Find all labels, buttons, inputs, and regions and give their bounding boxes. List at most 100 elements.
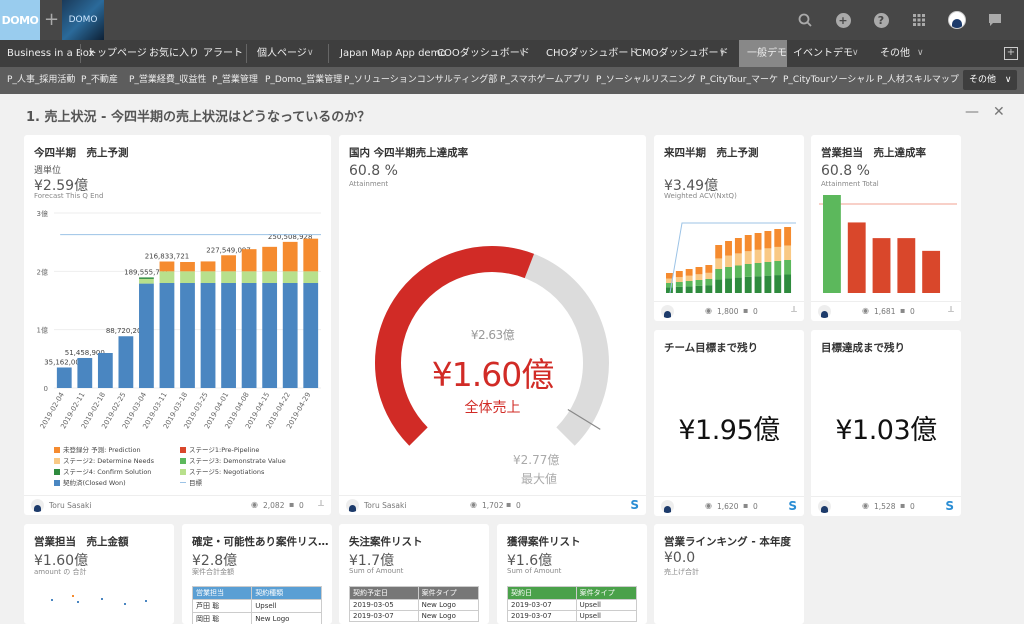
subnav-item[interactable]: P_CityTour_マーケ: [700, 67, 778, 94]
chat-icon[interactable]: [976, 0, 1014, 40]
subnav-item[interactable]: P_ソリューションコンサルティング部: [344, 67, 497, 94]
nav-item-coo-dashboard[interactable]: COOダッシュボード: [437, 40, 530, 67]
nav-item-japan-map[interactable]: Japan Map App demo: [340, 40, 446, 67]
nav-item-business-in-a-box[interactable]: Business in a Box: [7, 40, 94, 67]
bar-segment: [705, 279, 712, 285]
bar-segment: [201, 271, 216, 283]
add-page-icon[interactable]: +: [1004, 47, 1018, 60]
bar-segment: [755, 263, 762, 276]
nav-item-alerts[interactable]: アラート: [203, 40, 243, 67]
comment-count: 0: [753, 502, 758, 511]
bar-segment: [696, 280, 703, 286]
apps-grid-icon[interactable]: [900, 0, 938, 40]
nav-divider: [80, 44, 81, 63]
owner-name: Toru Sasaki: [364, 501, 406, 510]
chevron-down-icon[interactable]: ∨: [307, 40, 314, 67]
page-title: 1. 売上状況 - 今四半期の売上状況はどうなっているのか？: [26, 106, 370, 125]
card-footer: ◉ 1,620 ▪ 0 S: [654, 496, 804, 516]
bar: [848, 222, 866, 293]
comment-icon[interactable]: ▪: [900, 501, 905, 510]
drill-icon[interactable]: ⟂: [318, 499, 324, 509]
minimize-button[interactable]: —: [965, 104, 979, 120]
card-big-value: ¥1.95億: [654, 408, 804, 447]
nav-divider: [328, 44, 329, 63]
drill-icon[interactable]: ⟂: [791, 305, 797, 315]
subnav-item[interactable]: P_不動産: [81, 67, 118, 94]
drill-icon[interactable]: ⟂: [948, 305, 954, 315]
card-target-remaining[interactable]: 目標達成まで残り ¥1.03億 ◉ 1,528 ▪ 0 S: [811, 330, 961, 516]
nav-item-other[interactable]: その他: [880, 40, 910, 67]
profile-avatar[interactable]: [938, 0, 976, 40]
chevron-down-icon[interactable]: ∨: [852, 40, 859, 67]
card-team-remaining[interactable]: チーム目標まで残り ¥1.95億 ◉ 1,620 ▪ 0 S: [654, 330, 804, 516]
comment-icon[interactable]: ▪: [743, 501, 748, 510]
owner-name: Toru Sasaki: [49, 501, 91, 510]
forecast-chart[interactable]: 01億2億3億35,162,0002019-02-0451,458,900201…: [24, 203, 331, 443]
bar-segment: [735, 253, 742, 265]
nav-item-general-demo[interactable]: 一般デモ: [747, 40, 787, 67]
comment-icon[interactable]: ▪: [506, 500, 511, 509]
help-icon[interactable]: ?: [862, 0, 900, 40]
table-row[interactable]: 2019-03-07Upsell: [508, 600, 637, 611]
bar-segment: [705, 273, 712, 279]
comment-icon[interactable]: ▪: [289, 500, 294, 509]
table-row[interactable]: 岡田 聡New Logo: [193, 613, 322, 624]
comment-icon[interactable]: ▪: [743, 306, 748, 315]
bar-segment: [735, 278, 742, 293]
card-caption: Weighted ACV(NxtQ): [664, 192, 737, 200]
gauge-chart[interactable]: [339, 195, 646, 495]
nav-item-event-demo[interactable]: イベントデモ: [793, 40, 853, 67]
subnav-item[interactable]: P_CityTourソーシャル: [783, 67, 874, 94]
card-gauge[interactable]: 国内 今四半期売上達成率 60.8 % Attainment ¥2.63億 ¥1…: [339, 135, 646, 515]
add-icon[interactable]: +: [824, 0, 862, 40]
card-rep-attainment[interactable]: 営業担当 売上達成率 60.8 % Attainment Total ◉ 1,6…: [811, 135, 961, 321]
card-deals[interactable]: 確定・可能性あり案件リス… ¥2.8億 案件合計金額 営業担当契約種類 芦田 聡…: [182, 524, 332, 624]
bar-segment: [98, 353, 113, 388]
nav-item-cho-dashboard[interactable]: CHOダッシュボード: [546, 40, 638, 67]
next-quarter-chart[interactable]: [654, 215, 804, 300]
nav-item-top-page[interactable]: トップページ: [87, 40, 147, 67]
owner-avatar: [661, 500, 674, 513]
nav-item-favorites[interactable]: お気に入り: [149, 40, 199, 67]
chevron-down-icon[interactable]: ∨: [719, 40, 726, 67]
bar-segment: [725, 241, 732, 256]
bar-segment: [784, 275, 791, 293]
table-row[interactable]: 芦田 聡Upsell: [193, 600, 322, 613]
domo-logo[interactable]: DOMO: [0, 0, 40, 40]
card-next-quarter[interactable]: 来四半期 売上予測 ¥3.49億 Weighted ACV(NxtQ) ◉ 1,…: [654, 135, 804, 321]
comment-icon[interactable]: ▪: [900, 306, 905, 315]
card-won-deals[interactable]: 獲得案件リスト ¥1.6億 Sum of Amount 契約日案件タイプ 201…: [497, 524, 647, 624]
close-button[interactable]: ✕: [993, 104, 1005, 120]
search-icon[interactable]: [786, 0, 824, 40]
table-row[interactable]: 2019-03-05New Logo: [350, 600, 479, 611]
table-row[interactable]: 2019-03-07New Logo: [350, 611, 479, 622]
subnav-item[interactable]: P_Domo_営業管理: [265, 67, 342, 94]
chevron-down-icon[interactable]: ∨: [917, 40, 924, 67]
nav-item-cmo-dashboard[interactable]: CMOダッシュボード: [635, 40, 728, 67]
plus-sign: +: [44, 9, 59, 30]
bar-segment: [686, 281, 693, 286]
bar-segment: [118, 336, 133, 388]
card-caption: 案件合計金額: [192, 567, 234, 577]
subnav-item[interactable]: P_人事_採用活動: [7, 67, 75, 94]
subnav-item[interactable]: P_営業経費_収益性: [129, 67, 206, 94]
partner-logo[interactable]: DOMO: [62, 0, 104, 40]
views-icon: ◉: [470, 500, 477, 509]
chevron-down-icon[interactable]: ∨: [519, 40, 526, 67]
bar-segment: [715, 280, 722, 293]
card-forecast[interactable]: 今四半期 売上予測 週単位 ¥2.59億 Forecast This Q End…: [24, 135, 331, 515]
card-ranking[interactable]: 営業ラインキング - 本年度 ¥0.0 売上げ合計: [654, 524, 804, 624]
table-row[interactable]: 2019-03-07Upsell: [508, 611, 637, 622]
bar-segment: [696, 274, 703, 280]
nav-item-personal-page[interactable]: 個人ページ: [257, 40, 307, 67]
card-rep-sales[interactable]: 営業担当 売上金額 ¥1.60億 amount の 合計: [24, 524, 174, 624]
page-nav: Business in a Box トップページ お気に入り アラート 個人ペー…: [0, 40, 1024, 67]
rep-attainment-chart[interactable]: [811, 190, 961, 300]
more-dropdown[interactable]: その他 ∨: [963, 70, 1017, 90]
subnav-item[interactable]: P_営業管理: [212, 67, 258, 94]
bar-segment: [139, 277, 154, 278]
card-lost-deals[interactable]: 失注案件リスト ¥1.7億 Sum of Amount 契約予定日案件タイプ 2…: [339, 524, 489, 624]
subnav-item[interactable]: P_ソーシャルリスニング: [596, 67, 696, 94]
subnav-item[interactable]: P_人材スキルマップ: [877, 67, 959, 94]
subnav-item[interactable]: P_スマホゲームアプリ: [500, 67, 590, 94]
